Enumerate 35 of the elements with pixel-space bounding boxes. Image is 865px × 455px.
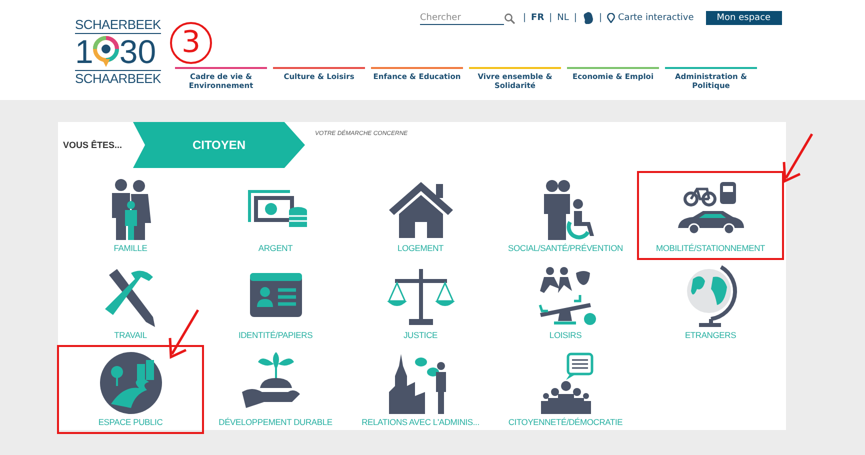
language-link[interactable]: FR <box>531 13 544 23</box>
category-link[interactable]: TRAVAIL <box>58 259 203 346</box>
profile-tab[interactable]: CITOYEN <box>133 122 305 168</box>
logo-text: SCHAERBEEK <box>75 17 161 34</box>
separator: | <box>574 13 577 23</box>
logo-text: SCHAARBEEK <box>75 70 161 86</box>
category-link[interactable]: JUSTICE <box>348 259 493 346</box>
category-link[interactable]: RELATIONS AVEC L'ADMINIS... <box>348 346 493 433</box>
annotation-number: 3 <box>170 22 212 64</box>
category-link[interactable]: LOISIRS <box>493 259 638 346</box>
category-link[interactable]: FAMILLE <box>58 172 203 259</box>
category-link[interactable]: SOCIAL/SANTÉ/PRÉVENTION <box>493 172 638 259</box>
pin-icon <box>607 13 616 23</box>
map-link[interactable]: Carte interactive <box>607 13 694 23</box>
annotation-arrow <box>166 308 200 360</box>
logo-text: 1 <box>75 34 94 70</box>
language-link[interactable]: NL <box>557 13 569 23</box>
category-link[interactable]: IDENTITÉ/PAPIERS <box>203 259 348 346</box>
search-icon <box>504 12 515 24</box>
separator: | <box>523 13 526 23</box>
category-link[interactable]: CITOYENNETÉ/DÉMOCRATIE <box>493 346 638 433</box>
separator: | <box>549 13 552 23</box>
logo-text: 30 <box>119 34 156 70</box>
separator: | <box>598 13 602 23</box>
annotation-arrow <box>780 132 814 184</box>
category-link[interactable]: ETRANGERS <box>638 259 783 346</box>
category-link[interactable]: ESPACE PUBLIC <box>58 346 203 433</box>
profile-prompt: VOUS ÊTES... <box>63 140 124 150</box>
category-link[interactable]: MOBILITÉ/STATIONNEMENT <box>638 172 783 259</box>
search-field[interactable]: Chercher <box>420 11 504 25</box>
logo-pin-icon <box>93 36 120 68</box>
category-link[interactable]: DÉVELOPPEMENT DURABLE <box>203 346 348 433</box>
account-button[interactable]: Mon espace <box>706 11 782 25</box>
category-link[interactable]: ARGENT <box>203 172 348 259</box>
category-link[interactable]: LOGEMENT <box>348 172 493 259</box>
